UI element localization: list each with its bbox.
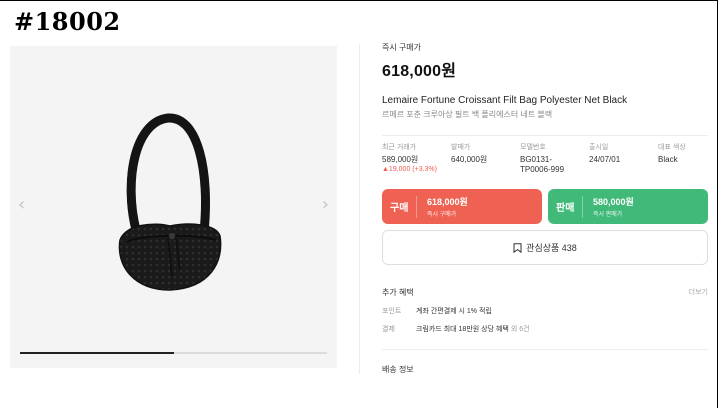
chevron-left-icon[interactable]: ‹ <box>18 194 25 215</box>
trade-buttons: 구매 618,000원 즉시 구매가 판매 580,000원 즉시 판매가 <box>382 189 708 224</box>
price-change: ▲19,000 (+3.3%) <box>382 166 437 173</box>
benefit-value-suffix: 외 6건 <box>510 326 530 333</box>
sell-price: 580,000원 <box>593 197 634 207</box>
benefit-label: 결제 <box>382 326 395 333</box>
spec-list: 최근 거래가 589,000원 ▲19,000 (+3.3%) 발매가 640,… <box>382 142 708 175</box>
divider <box>382 135 708 136</box>
wishlist-label: 관심상품 438 <box>526 243 577 253</box>
benefit-value: 크림카드 최대 18만원 상당 혜택 외 6건 <box>416 324 530 334</box>
spec-release-date: 출시일 24/07/01 <box>589 142 658 175</box>
sell-sub-label: 즉시 판매가 <box>593 212 623 218</box>
spec-label: 출시일 <box>589 144 609 151</box>
wishlist-button[interactable]: 관심상품 438 <box>382 230 708 265</box>
buy-button-label: 구매 <box>390 203 409 214</box>
product-name-en: Lemaire Fortune Croissant Filt Bag Polye… <box>382 95 628 106</box>
spec-label: 대표 색상 <box>658 144 686 151</box>
spec-value: 24/07/01 <box>589 155 621 164</box>
instant-buy-price: 618,000원 <box>382 63 457 80</box>
spec-value: Black <box>658 155 678 164</box>
spec-model-number: 모델번호 BG0131- TP0006-999 <box>520 142 589 175</box>
spec-label: 최근 거래가 <box>382 144 417 151</box>
shipping-title: 배송 정보 <box>382 365 414 374</box>
benefits-title: 추가 혜택 <box>382 288 414 297</box>
bookmark-icon <box>513 242 522 253</box>
benefits-header: 추가 혜택 더보기 <box>382 287 708 298</box>
benefit-label: 포인트 <box>382 308 402 315</box>
buy-price: 618,000원 <box>427 197 468 207</box>
gallery-progress-fill <box>20 352 174 354</box>
buy-sub-label: 즉시 구매가 <box>427 212 457 218</box>
chevron-right-icon[interactable]: › <box>322 194 329 215</box>
benefit-value-main: 크림카드 최대 18만원 상당 혜택 <box>416 326 509 333</box>
sell-button-label: 판매 <box>556 203 575 214</box>
spec-value: 640,000원 <box>451 155 488 164</box>
divider <box>582 195 583 218</box>
divider <box>382 349 708 350</box>
spec-recent-price: 최근 거래가 589,000원 ▲19,000 (+3.3%) <box>382 142 451 175</box>
spec-label: 모델번호 <box>520 144 546 151</box>
spec-release-price: 발매가 640,000원 <box>451 142 520 175</box>
benefits-more-link[interactable]: 더보기 <box>689 287 708 298</box>
divider <box>416 195 417 218</box>
sell-button[interactable]: 판매 580,000원 즉시 판매가 <box>548 189 708 224</box>
product-gallery[interactable]: ‹ › <box>10 46 337 368</box>
benefit-payment: 결제 크림카드 최대 18만원 상당 혜택 외 6건 <box>382 324 708 334</box>
listing-id: #18002 <box>14 7 121 36</box>
gallery-progress <box>20 352 327 354</box>
benefit-point: 포인트 계좌 간편결제 시 1% 적립 <box>382 306 708 316</box>
top-border <box>0 0 718 1</box>
spec-color: 대표 색상 Black <box>658 142 708 175</box>
buy-button[interactable]: 구매 618,000원 즉시 구매가 <box>382 189 542 224</box>
product-panel: 즉시 구매가 618,000원 Lemaire Fortune Croissan… <box>382 42 708 375</box>
spec-label: 발매가 <box>451 144 471 151</box>
spec-value: 589,000원 <box>382 155 419 164</box>
product-name-ko: 르메르 포춘 크루아상 필트 백 폴리에스터 네트 블랙 <box>382 110 553 119</box>
benefit-value: 계좌 간편결제 시 1% 적립 <box>416 308 492 315</box>
instant-buy-label: 즉시 구매가 <box>382 43 422 52</box>
divider <box>359 44 360 374</box>
spec-value: BG0131- TP0006-999 <box>520 155 565 174</box>
product-image <box>118 113 222 291</box>
